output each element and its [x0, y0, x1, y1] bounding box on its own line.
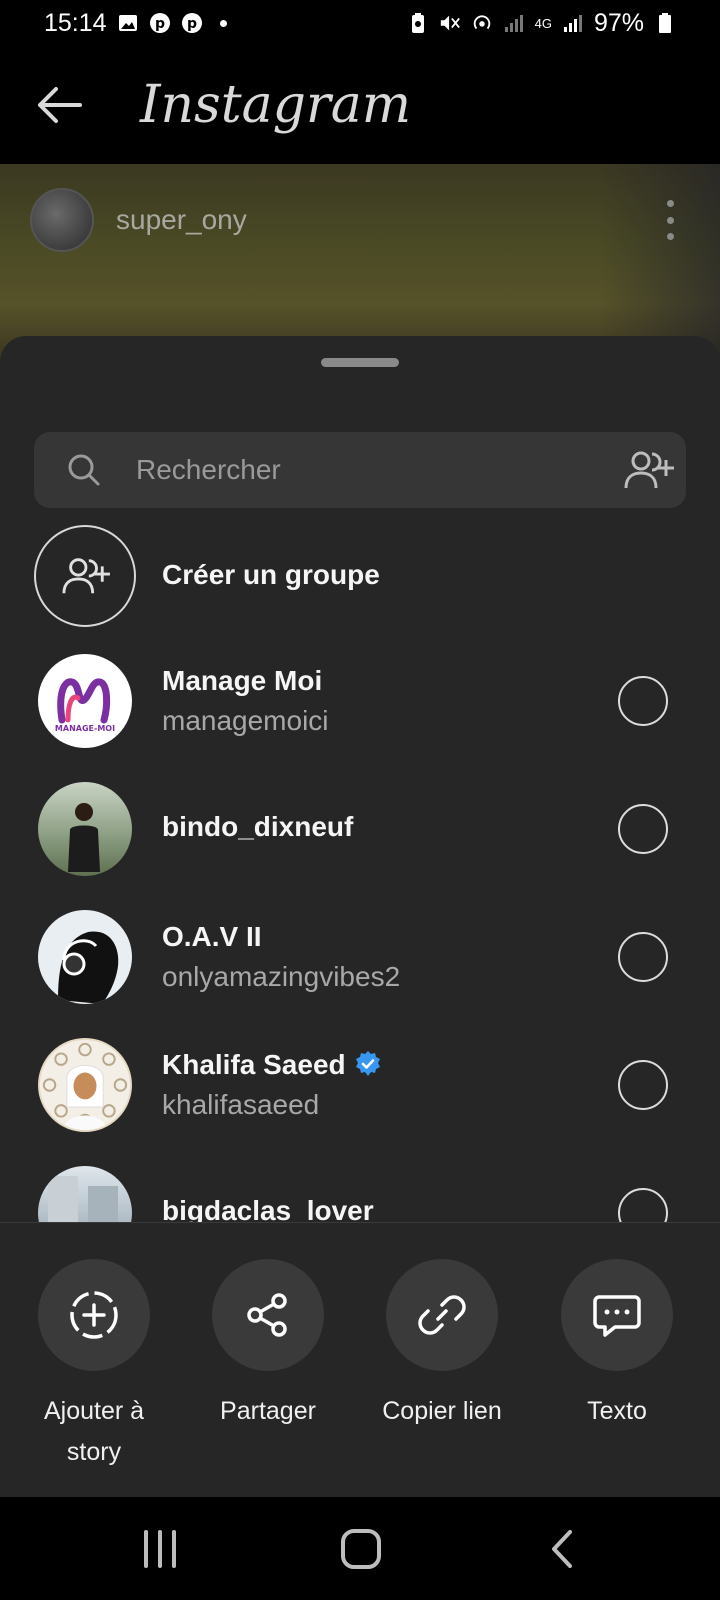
back-button[interactable] — [24, 70, 94, 140]
contact-username: khalifasaeed — [162, 1089, 320, 1120]
status-bar: 15:14 p p 4G 97% — [0, 0, 720, 46]
avatar — [38, 1038, 132, 1132]
copy-link-button[interactable]: Copier lien — [362, 1259, 522, 1432]
svg-text:p: p — [187, 16, 197, 32]
action-label: Partager — [220, 1397, 316, 1425]
select-radio[interactable] — [618, 676, 668, 726]
contact-name: O.A.V II — [162, 921, 262, 952]
contact-name: Manage Moi — [162, 665, 323, 696]
action-label: Copier lien — [382, 1397, 502, 1425]
pinterest-icon: p — [181, 12, 203, 34]
list-item[interactable]: MANAGE-MOI Manage Moi managemoici — [0, 652, 720, 780]
svg-text:p: p — [155, 16, 165, 32]
link-icon — [418, 1295, 466, 1335]
share-icon — [247, 1293, 287, 1337]
verified-badge-icon — [355, 1051, 380, 1076]
select-radio[interactable] — [618, 1060, 668, 1110]
contact-name: Khalifa Saeed — [162, 1049, 346, 1080]
text-message-button[interactable]: Texto — [537, 1259, 697, 1432]
search-icon — [68, 454, 100, 486]
battery-saver-icon — [407, 12, 429, 34]
mute-icon — [439, 12, 461, 34]
list-item[interactable]: O.A.V II onlyamazingvibes2 — [0, 908, 720, 1036]
search-box — [34, 432, 686, 508]
signal-icon — [503, 12, 525, 34]
app-header: Instagram — [0, 46, 720, 164]
avatar — [30, 188, 94, 252]
drag-handle[interactable] — [321, 358, 399, 367]
chevron-left-icon — [552, 1530, 572, 1568]
avatar-logo-text: MANAGE-MOI — [55, 724, 115, 733]
recent-apps-icon — [144, 1530, 176, 1568]
post-owner: super_ony — [30, 188, 247, 252]
select-radio[interactable] — [618, 804, 668, 854]
notification-dot-icon — [213, 12, 235, 34]
avatar — [38, 782, 132, 876]
add-people-icon[interactable] — [622, 446, 674, 494]
contact-username: onlyamazingvibes2 — [162, 961, 401, 992]
arrow-left-icon — [38, 87, 82, 123]
status-time: 15:14 — [44, 8, 107, 37]
app-title: Instagram — [140, 75, 412, 135]
system-back-button[interactable] — [532, 1527, 592, 1571]
create-group-icon — [34, 525, 136, 627]
contact-name-line: Khalifa Saeed — [162, 1048, 382, 1082]
share-actions: Ajouter à story Partager Copier lien Tex… — [0, 1222, 720, 1497]
avatar: MANAGE-MOI — [38, 654, 132, 748]
create-group-row[interactable]: Créer un groupe — [0, 522, 720, 650]
list-item[interactable]: bindo_dixneuf — [0, 780, 720, 908]
search-input[interactable] — [136, 432, 596, 508]
select-radio[interactable] — [618, 932, 668, 982]
home-button[interactable] — [331, 1527, 391, 1571]
add-story-icon — [70, 1291, 118, 1339]
message-icon — [593, 1295, 641, 1337]
system-nav-bar — [0, 1497, 720, 1600]
pinterest-icon: p — [149, 12, 171, 34]
battery-percent: 97% — [593, 8, 644, 37]
contact-username: managemoici — [162, 705, 329, 736]
action-label: Ajouter à story — [43, 1397, 145, 1466]
battery-icon — [654, 12, 676, 34]
add-to-story-button[interactable]: Ajouter à story — [14, 1259, 174, 1473]
more-options-icon — [666, 200, 674, 240]
home-icon — [341, 1529, 381, 1569]
contact-name: bindo_dixneuf — [162, 811, 354, 842]
gallery-icon — [117, 12, 139, 34]
create-group-label: Créer un groupe — [162, 559, 380, 590]
avatar — [38, 910, 132, 1004]
signal-icon — [562, 12, 584, 34]
action-label: Texto — [587, 1397, 647, 1425]
post-owner-name: super_ony — [116, 204, 247, 235]
list-item[interactable]: Khalifa Saeed khalifasaeed — [0, 1036, 720, 1164]
network-type: 4G — [534, 15, 552, 31]
recent-apps-button[interactable] — [130, 1527, 190, 1571]
hotspot-icon — [471, 12, 493, 34]
share-button[interactable]: Partager — [188, 1259, 348, 1432]
